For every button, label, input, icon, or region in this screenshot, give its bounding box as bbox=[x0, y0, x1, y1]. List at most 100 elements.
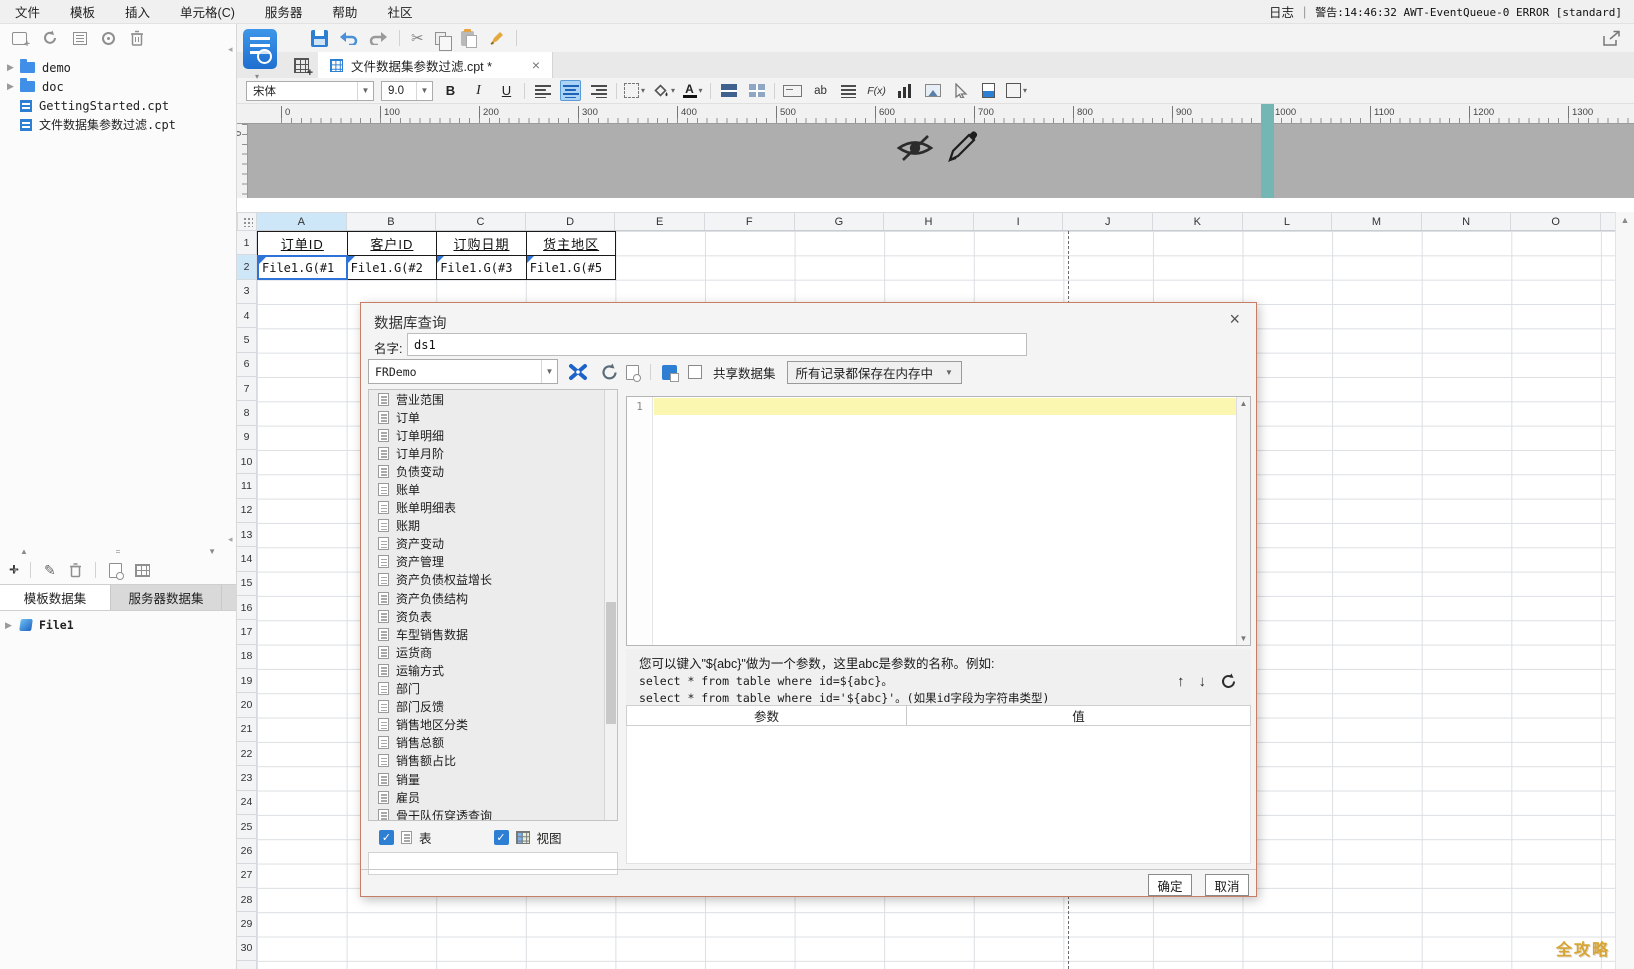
row-header-3[interactable]: 3 bbox=[237, 280, 256, 304]
table-list-item[interactable]: 部门反馈 bbox=[369, 698, 617, 716]
log-button[interactable]: 日志 bbox=[1269, 2, 1294, 21]
row-header-18[interactable]: 18 bbox=[237, 645, 256, 669]
sql-editor[interactable]: 1 ▲▼ bbox=[626, 396, 1251, 646]
row-header-22[interactable]: 22 bbox=[237, 742, 256, 766]
italic-button[interactable]: I bbox=[468, 80, 489, 101]
sheet-cell-formula[interactable]: File1.G(#1 bbox=[257, 255, 348, 280]
splitter-up-icon[interactable]: ▲ bbox=[20, 547, 28, 556]
menu-item[interactable]: 服务器 bbox=[250, 0, 318, 23]
refresh-connection-icon[interactable] bbox=[597, 360, 621, 384]
parameter-table-body[interactable] bbox=[626, 726, 1251, 864]
sidebar-collapse-icon[interactable]: ◂ bbox=[228, 534, 233, 545]
font-size-select[interactable]: 9.0▼ bbox=[381, 81, 433, 101]
dataset-name-input[interactable] bbox=[407, 333, 1027, 356]
refresh-parameters-icon[interactable] bbox=[1220, 673, 1237, 690]
row-header-20[interactable]: 20 bbox=[237, 693, 256, 717]
column-header-N[interactable]: N bbox=[1422, 213, 1512, 230]
row-header-6[interactable]: 6 bbox=[237, 353, 256, 377]
row-header-31[interactable]: 31 bbox=[237, 961, 256, 969]
dataset-manage-icon[interactable] bbox=[135, 564, 150, 577]
new-template-icon[interactable] bbox=[294, 58, 309, 73]
row-header-21[interactable]: 21 bbox=[237, 718, 256, 742]
row-header-11[interactable]: 11 bbox=[237, 474, 256, 498]
scroll-up-icon[interactable]: ▲ bbox=[1616, 212, 1634, 225]
copy-button[interactable] bbox=[435, 32, 446, 45]
fill-color-button[interactable]: ▾ bbox=[652, 80, 675, 101]
align-center-button[interactable] bbox=[560, 80, 581, 101]
insert-chart-button[interactable] bbox=[894, 80, 915, 101]
rich-text-button[interactable] bbox=[838, 80, 859, 101]
delete-dataset-icon[interactable] bbox=[69, 563, 82, 578]
cancel-button[interactable]: 取消 bbox=[1205, 874, 1249, 896]
align-right-button[interactable] bbox=[588, 80, 609, 101]
select-all-corner[interactable] bbox=[237, 212, 257, 231]
undo-button[interactable] bbox=[339, 31, 358, 45]
table-list-item[interactable]: 销量 bbox=[369, 770, 617, 788]
unmerge-cells-button[interactable] bbox=[746, 80, 767, 101]
edit-dataset-icon[interactable]: ✎ bbox=[44, 562, 56, 579]
table-list-item[interactable]: 销售额占比 bbox=[369, 752, 617, 770]
sheet-cell-formula[interactable]: File1.G(#5 bbox=[526, 255, 617, 280]
table-list-item[interactable]: 资产变动 bbox=[369, 535, 617, 553]
row-header-16[interactable]: 16 bbox=[237, 596, 256, 620]
row-header-30[interactable]: 30 bbox=[237, 937, 256, 961]
splitter-handle-icon[interactable]: = bbox=[116, 547, 121, 556]
align-left-button[interactable] bbox=[532, 80, 553, 101]
column-header-O[interactable]: O bbox=[1511, 213, 1601, 230]
active-sql-line[interactable] bbox=[654, 398, 1236, 415]
format-painter-button[interactable] bbox=[489, 30, 505, 46]
table-list-item[interactable]: 资产负债结构 bbox=[369, 589, 617, 607]
row-header-17[interactable]: 17 bbox=[237, 620, 256, 644]
column-header-L[interactable]: L bbox=[1243, 213, 1333, 230]
formula-button[interactable]: F(x) bbox=[866, 80, 887, 101]
new-file-icon[interactable] bbox=[12, 32, 27, 45]
table-list-item[interactable]: 运货商 bbox=[369, 643, 617, 661]
dataset-tab[interactable]: 模板数据集 bbox=[0, 585, 111, 610]
expand-arrow-icon[interactable]: ▶ bbox=[5, 620, 18, 631]
scrollbar-thumb[interactable] bbox=[606, 602, 616, 724]
sheet-cell-header[interactable]: 货主地区 bbox=[526, 231, 617, 256]
add-dataset-button[interactable]: +▾ bbox=[9, 563, 17, 577]
row-header-29[interactable]: 29 bbox=[237, 912, 256, 936]
row-header-5[interactable]: 5 bbox=[237, 328, 256, 352]
scroll-down-icon[interactable]: ▼ bbox=[1240, 634, 1248, 643]
table-filter-checkbox[interactable]: ✓ bbox=[379, 830, 394, 845]
sub-report-button[interactable] bbox=[978, 80, 999, 101]
menu-item[interactable]: 帮助 bbox=[317, 0, 372, 23]
row-header-14[interactable]: 14 bbox=[237, 547, 256, 571]
table-list-item[interactable]: 骨干队伍穿透查询 bbox=[369, 806, 617, 821]
dataset-tab[interactable]: 服务器数据集 bbox=[111, 585, 222, 610]
expand-arrow-icon[interactable]: ▶ bbox=[7, 81, 20, 92]
editor-scrollbar[interactable]: ▲▼ bbox=[1236, 397, 1250, 645]
column-header-M[interactable]: M bbox=[1332, 213, 1422, 230]
template-mode-caret-icon[interactable]: ▾ bbox=[255, 72, 259, 81]
settings-icon[interactable] bbox=[102, 32, 115, 45]
splitter-down-icon[interactable]: ▼ bbox=[208, 547, 216, 556]
table-list-item[interactable]: 订单月阶 bbox=[369, 444, 617, 462]
font-color-button[interactable]: A▾ bbox=[682, 80, 703, 101]
column-header-B[interactable]: B bbox=[347, 213, 437, 230]
menu-item[interactable]: 文件 bbox=[0, 0, 55, 23]
row-header-13[interactable]: 13 bbox=[237, 523, 256, 547]
column-header-E[interactable]: E bbox=[615, 213, 705, 230]
table-list-item[interactable]: 车型销售数据 bbox=[369, 625, 617, 643]
menu-item[interactable]: 单元格(C) bbox=[165, 0, 250, 23]
table-list-item[interactable]: 订单明细 bbox=[369, 426, 617, 444]
document-tab[interactable]: 文件数据集参数过滤.cpt * × bbox=[318, 52, 553, 78]
row-header-25[interactable]: 25 bbox=[237, 815, 256, 839]
dialog-close-icon[interactable]: × bbox=[1229, 309, 1240, 330]
vertical-scrollbar[interactable]: ▲ bbox=[1615, 212, 1634, 969]
table-list-item[interactable]: 资负表 bbox=[369, 607, 617, 625]
column-header-F[interactable]: F bbox=[705, 213, 795, 230]
textfield-widget-button[interactable] bbox=[782, 80, 803, 101]
connection-config-wrench-icon[interactable] bbox=[565, 361, 591, 383]
view-filter-checkbox[interactable]: ✓ bbox=[494, 830, 509, 845]
column-header-C[interactable]: C bbox=[436, 213, 526, 230]
share-dataset-checkbox[interactable] bbox=[688, 365, 702, 379]
row-header-1[interactable]: 1 bbox=[237, 231, 256, 255]
paste-button[interactable] bbox=[461, 31, 474, 46]
table-list-item[interactable]: 订单 bbox=[369, 408, 617, 426]
sheet-cell-formula[interactable]: File1.G(#3 bbox=[436, 255, 527, 280]
tree-item[interactable]: ▶doc bbox=[0, 77, 236, 96]
frame-button[interactable]: ▾ bbox=[1006, 80, 1027, 101]
